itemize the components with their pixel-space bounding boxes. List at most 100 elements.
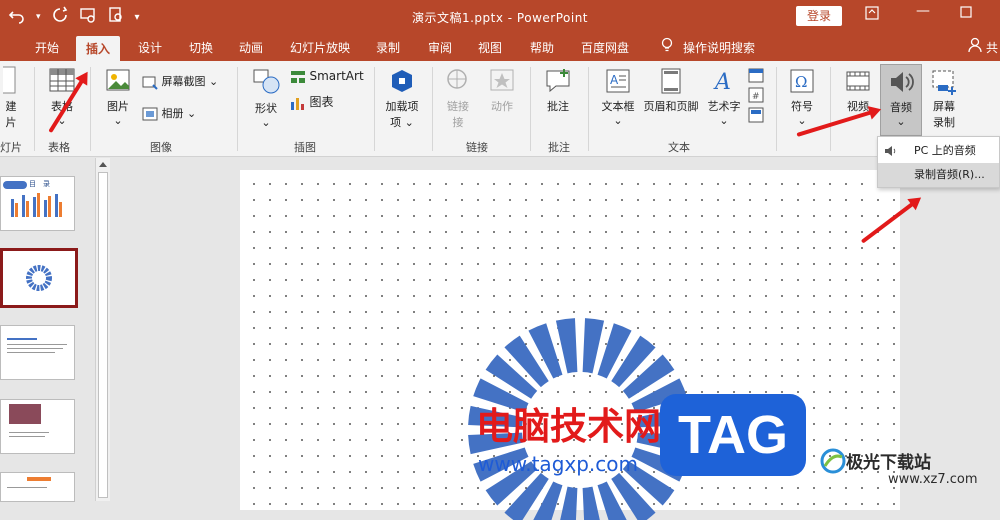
slide-thumbnail-1[interactable]: 目 录: [0, 176, 75, 231]
tab-slideshow[interactable]: 幻灯片放映: [290, 39, 350, 56]
share-label[interactable]: 共: [986, 39, 998, 56]
globe-link-icon: [447, 69, 467, 89]
scroll-up-arrow-icon[interactable]: [99, 162, 107, 167]
textbox-button[interactable]: A 文本框 ⌄: [598, 67, 638, 127]
divider: [830, 67, 831, 151]
chart-icon: [291, 98, 304, 110]
divider: [432, 67, 433, 151]
object-icon[interactable]: [748, 107, 764, 123]
wordart-button[interactable]: A 艺术字 ⌄: [704, 67, 744, 127]
group-tables-label: 表格: [48, 141, 70, 154]
picture-icon: [106, 69, 130, 91]
picture-button[interactable]: 图片 ⌄: [100, 67, 136, 127]
table-button[interactable]: 表格⌄: [44, 67, 80, 127]
group-comments-label: 批注: [548, 141, 570, 154]
group-images-label: 图像: [150, 141, 172, 154]
thumb-bar-chart: [11, 193, 62, 217]
album-icon: [142, 107, 158, 121]
svg-text:A: A: [610, 73, 619, 87]
login-button[interactable]: 登录: [796, 6, 842, 26]
tab-view[interactable]: 视图: [478, 39, 502, 56]
album-button[interactable]: 相册 ⌄: [142, 105, 196, 122]
minimize-icon[interactable]: —: [916, 3, 930, 19]
symbol-button[interactable]: Ω 符号 ⌄: [784, 67, 820, 127]
site-name: 极光下载站: [846, 453, 931, 473]
header-footer-icon: [661, 68, 681, 94]
addins-icon: [392, 70, 412, 92]
tab-baidu-netdisk[interactable]: 百度网盘: [581, 39, 629, 56]
slide-number-icon[interactable]: #: [748, 87, 764, 103]
divider: [34, 67, 35, 151]
site-logo-icon: [820, 448, 846, 474]
screen-record-icon: [932, 70, 956, 95]
link-button[interactable]: 链接接: [442, 67, 474, 130]
menu-item-audio-on-pc[interactable]: PC 上的音频(P)...: [878, 139, 999, 181]
divider: [530, 67, 531, 151]
text-small-buttons: #: [748, 67, 766, 123]
ribbon-insert: 建 片 灯片 表格⌄ 表格 图片⌄ 屏幕截图 ⌄ 相册 ⌄ 图像 形状⌄ Sma…: [0, 61, 1000, 157]
smartart-button[interactable]: SmartArt: [290, 69, 364, 84]
tab-review[interactable]: 审阅: [428, 39, 452, 56]
textbox-icon: A: [606, 69, 630, 93]
chart-button[interactable]: 图表: [290, 93, 334, 110]
shapes-icon: [253, 69, 280, 94]
user-icon[interactable]: [968, 37, 982, 56]
comment-icon: [546, 69, 570, 93]
thumb-photo: [9, 404, 41, 424]
ribbon-display-icon[interactable]: [865, 6, 879, 24]
group-text-label: 文本: [668, 141, 690, 154]
group-links-label: 链接: [466, 141, 488, 154]
menu-item-record-audio[interactable]: 录制音频(R)...: [878, 163, 999, 187]
scroll-thumb[interactable]: [98, 172, 108, 498]
slide-thumbnail-4[interactable]: [0, 399, 75, 454]
comment-button[interactable]: 批注: [540, 67, 576, 114]
audio-button[interactable]: 音频 ⌄: [880, 64, 922, 136]
speaker-icon: [891, 72, 914, 92]
slide-thumbnail-5[interactable]: [0, 472, 75, 502]
divider: [374, 67, 375, 151]
shapes-button[interactable]: 形状 ⌄: [248, 67, 284, 129]
thumb-ring-graphic: [26, 265, 52, 291]
site-url: www.xz7.com: [888, 472, 978, 487]
star-action-icon: [490, 69, 514, 91]
group-slides-label: 灯片: [0, 141, 22, 154]
thumbnail-scrollbar[interactable]: [95, 158, 110, 501]
maximize-icon[interactable]: [960, 6, 972, 22]
slide-thumbnail-3[interactable]: [0, 325, 75, 380]
smartart-icon: [291, 71, 305, 83]
thumb-title: 目 录: [29, 180, 50, 188]
divider: [776, 67, 777, 151]
tell-me-search[interactable]: 操作说明搜索: [683, 39, 755, 56]
tab-home[interactable]: 开始: [35, 39, 59, 56]
svg-text:Ω: Ω: [795, 73, 807, 91]
slide-thumbnail-2[interactable]: [0, 248, 78, 308]
wordart-icon: A: [713, 70, 731, 95]
date-time-icon[interactable]: [748, 67, 764, 83]
action-button[interactable]: 动作: [484, 67, 520, 114]
screen-recording-button[interactable]: 屏幕 录制: [926, 67, 962, 130]
title-bar: ▾ ▾ 演示文稿1.pptx - PowerPoint 登录 —: [0, 0, 1000, 33]
tab-record[interactable]: 录制: [376, 39, 400, 56]
tab-transitions[interactable]: 切换: [189, 39, 213, 56]
ribbon-tabs: 开始 插入 设计 切换 动画 幻灯片放映 录制 审阅 视图 帮助 百度网盘 操作…: [0, 33, 1000, 65]
header-footer-button[interactable]: 页眉和页脚: [640, 67, 702, 114]
omega-icon: Ω: [790, 69, 814, 93]
audio-dropdown-menu: PC 上的音频(P)... 录制音频(R)...: [877, 136, 1000, 188]
group-illustrations-label: 插图: [294, 141, 316, 154]
tab-animations[interactable]: 动画: [239, 39, 263, 56]
tab-design[interactable]: 设计: [138, 39, 162, 56]
tab-help[interactable]: 帮助: [530, 39, 554, 56]
document-title: 演示文稿1.pptx - PowerPoint: [411, 11, 589, 25]
addins-button[interactable]: 加载项项 ⌄: [384, 67, 420, 130]
new-slide-button[interactable]: 建 片: [0, 65, 22, 130]
divider: [237, 67, 238, 151]
slide-thumbnail-pane: 目 录: [0, 158, 95, 502]
screenshot-icon: [142, 76, 158, 90]
watermark-tag-logo: TAG: [660, 394, 806, 476]
screenshot-button[interactable]: 屏幕截图 ⌄: [142, 73, 218, 90]
watermark-cn-text: 电脑技术网: [476, 405, 661, 448]
divider: [588, 67, 589, 151]
watermark-url: www.tagxp.com: [478, 452, 638, 476]
svg-text:#: #: [752, 92, 760, 102]
film-icon: [846, 71, 870, 91]
